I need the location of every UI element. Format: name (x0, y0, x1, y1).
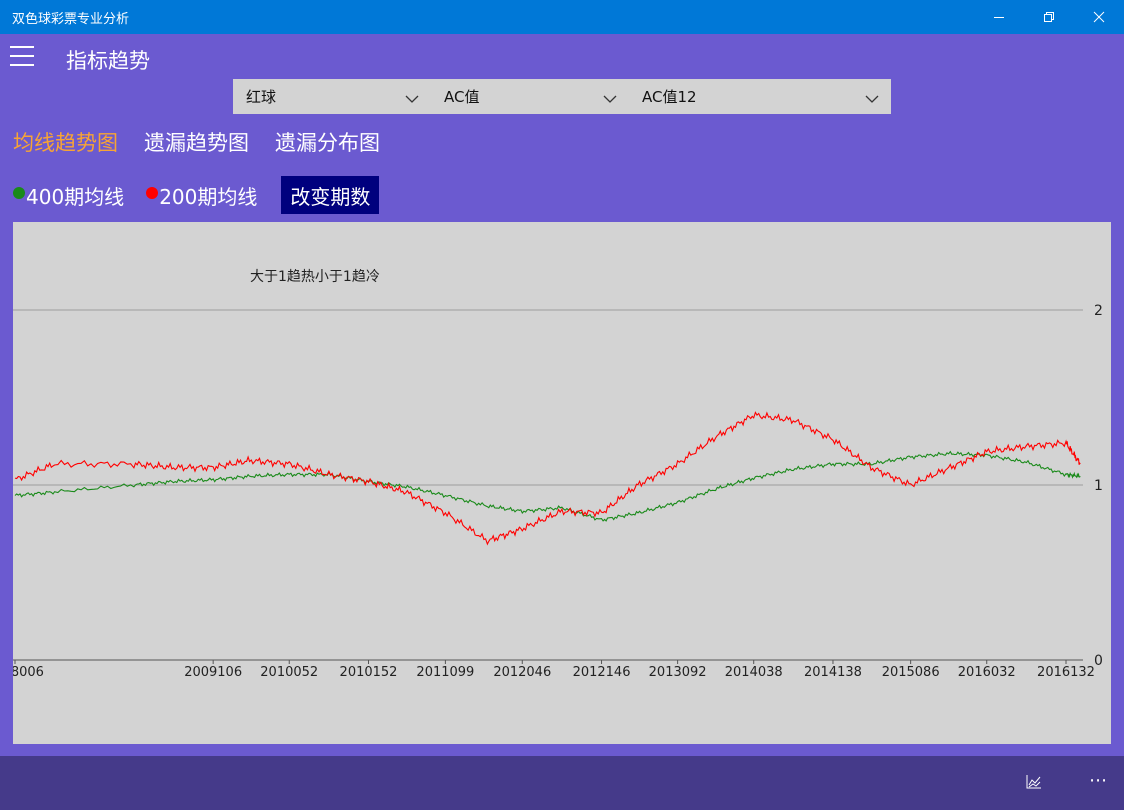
series-line-200期均线 (14, 411, 1081, 546)
red-dot-icon (146, 187, 159, 199)
ball-type-select[interactable]: 红球 (233, 79, 431, 114)
restore-icon (1044, 12, 1054, 22)
x-tick-label: 2010052 (260, 665, 318, 680)
series-line-400期均线 (14, 450, 1081, 522)
legend-item-400: 400期均线 (13, 181, 124, 210)
tab-moving-average-trend[interactable]: 均线趋势图 (13, 127, 118, 157)
change-period-button[interactable]: 改变期数 (281, 176, 380, 214)
hamburger-icon[interactable] (10, 46, 36, 68)
x-tick-label: 2010152 (340, 665, 398, 680)
x-tick-label: 2014038 (725, 665, 783, 680)
x-tick-label: 2009106 (184, 665, 242, 680)
chart-legend: 400期均线 200期均线 改变期数 (13, 176, 380, 214)
indicator-value: AC值 (444, 88, 480, 106)
chart-annotation: 大于1趋热小于1趋冷 (250, 269, 380, 285)
bottom-app-bar: ⋯ (0, 756, 1124, 810)
y-tick-label: 1 (1094, 478, 1103, 494)
legend-label: 200期均线 (159, 184, 258, 209)
trend-chart: 0 1 2 2008006 2009106 2010052 2010152 2011099 20… (13, 222, 1111, 744)
trend-chart-svg: 0 1 2 2008006 2009106 2010052 2010152 2011099 20… (13, 269, 1103, 680)
x-tick-label: 2012146 (573, 665, 631, 680)
y-tick-label: 2 (1094, 303, 1103, 319)
filter-bar: 红球 AC值 AC值12 (233, 79, 891, 114)
x-tick-label: 2015086 (882, 665, 940, 680)
more-icon[interactable]: ⋯ (1089, 770, 1108, 791)
indicator-select[interactable]: AC值 (431, 79, 629, 114)
minimize-icon (994, 17, 1004, 18)
green-dot-icon (13, 187, 25, 199)
y-tick-label: 0 (1094, 653, 1103, 669)
legend-item-200: 200期均线 (146, 181, 257, 210)
indicator-value-value: AC值12 (642, 88, 697, 106)
line-chart-icon[interactable] (1026, 774, 1042, 794)
chevron-down-icon (603, 90, 617, 108)
close-icon (1093, 11, 1105, 23)
tab-omission-trend[interactable]: 遗漏趋势图 (144, 127, 249, 157)
minimize-button[interactable] (974, 0, 1024, 34)
x-tick-label: 2008006 (13, 665, 44, 680)
legend-label: 400期均线 (26, 184, 125, 209)
window-titlebar: 双色球彩票专业分析 (0, 0, 1124, 34)
restore-button[interactable] (1024, 0, 1074, 34)
indicator-value-select[interactable]: AC值12 (629, 79, 891, 114)
window-title: 双色球彩票专业分析 (12, 11, 130, 27)
x-tick-label: 2011099 (416, 665, 474, 680)
chevron-down-icon (865, 90, 879, 108)
view-tabs: 均线趋势图 遗漏趋势图 遗漏分布图 (13, 127, 406, 157)
ball-type-value: 红球 (246, 88, 277, 106)
x-tick-label: 2016132 (1037, 665, 1095, 680)
chevron-down-icon (405, 90, 419, 108)
x-tick-label: 2014138 (804, 665, 862, 680)
x-tick-label: 2013092 (649, 665, 707, 680)
tab-omission-distribution[interactable]: 遗漏分布图 (275, 127, 380, 157)
x-tick-label: 2016032 (958, 665, 1016, 680)
x-tick-label: 2012046 (493, 665, 551, 680)
close-button[interactable] (1074, 0, 1124, 34)
page-title: 指标趋势 (66, 49, 150, 73)
